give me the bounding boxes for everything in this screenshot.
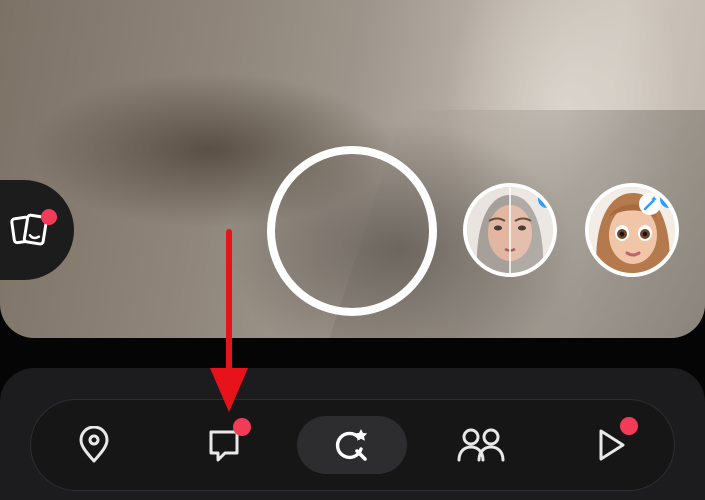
chat-notification-dot <box>233 418 251 436</box>
memories-button[interactable] <box>0 180 74 280</box>
memories-notification-dot <box>41 209 57 225</box>
camera-viewfinder[interactable] <box>0 0 705 338</box>
spotlight-notification-dot <box>620 417 638 435</box>
lens-cartoon-face[interactable] <box>585 183 679 277</box>
lens-aging-split-face[interactable] <box>463 183 557 277</box>
navigation-pill <box>30 399 675 491</box>
nav-spotlight[interactable] <box>579 413 643 477</box>
capture-button[interactable] <box>267 146 437 316</box>
map-pin-icon <box>79 426 109 463</box>
friends-icon <box>457 428 505 462</box>
sparkle-wand-icon <box>639 193 661 215</box>
bottom-navigation-bar <box>0 368 705 500</box>
lens-search-star-icon <box>335 429 368 461</box>
nav-lenses[interactable] <box>320 413 384 477</box>
nav-stories[interactable] <box>449 413 513 477</box>
nav-chat[interactable] <box>192 413 256 477</box>
snapchat-camera-screen <box>0 0 705 500</box>
nav-map[interactable] <box>62 413 126 477</box>
